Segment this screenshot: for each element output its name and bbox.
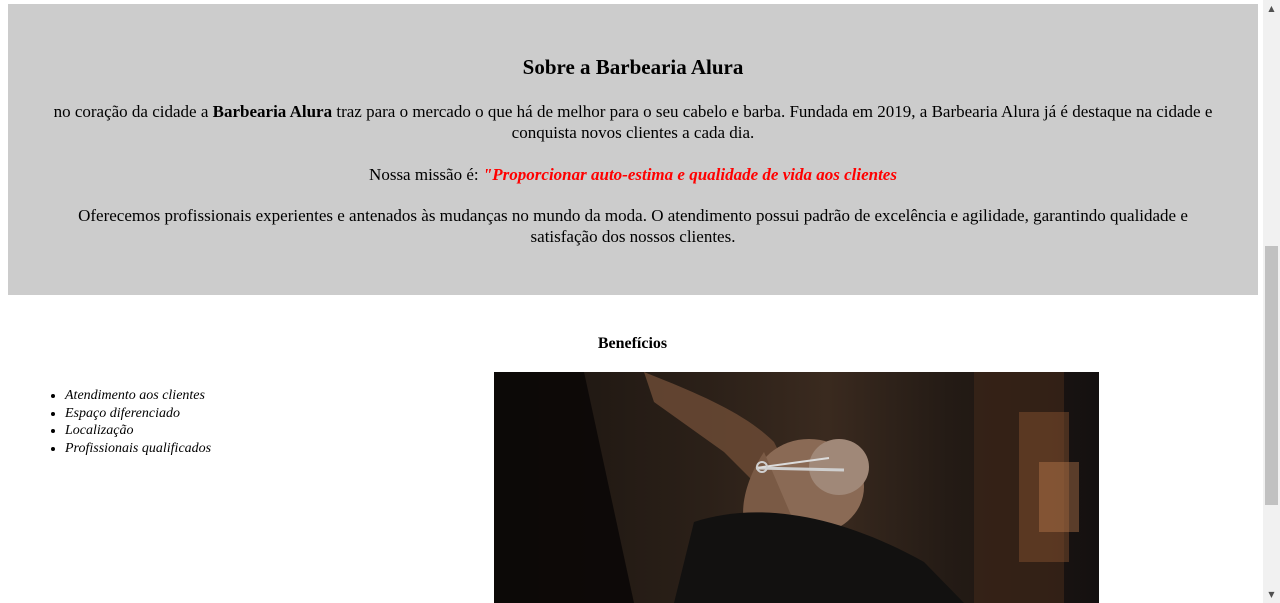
scroll-up-arrow-icon[interactable]: ▲ [1263, 0, 1280, 17]
barber-photo [494, 372, 1099, 603]
vertical-scrollbar[interactable]: ▲ ▼ [1263, 0, 1280, 603]
mission-label: Nossa missão é: [369, 165, 483, 184]
about-title: Sobre a Barbearia Alura [522, 55, 744, 79]
mission-quote: "Proporcionar auto-estima e qualidade de… [482, 165, 897, 184]
benefits-title: Benefícios [597, 335, 668, 352]
scrollbar-thumb[interactable] [1265, 246, 1278, 505]
intro-prefix: no coração da cidade a [53, 102, 213, 121]
scroll-down-arrow-icon[interactable]: ▼ [1263, 586, 1280, 603]
benefit-item: Localização [65, 422, 211, 440]
intro-brand: Barbearia Alura [212, 102, 333, 121]
about-section: Sobre a Barbearia Alura no coração da ci… [8, 4, 1258, 295]
about-offer: Oferecemos profissionais experientes e a… [78, 206, 1188, 246]
benefit-item: Atendimento aos clientes [65, 387, 211, 405]
benefit-item: Espaço diferenciado [65, 405, 211, 423]
about-mission: Nossa missão é: "Proporcionar auto-estim… [48, 164, 1218, 185]
benefit-item: Profissionais qualificados [65, 440, 211, 458]
benefits-list: Atendimento aos clientes Espaço diferenc… [25, 387, 211, 457]
page: Sobre a Barbearia Alura no coração da ci… [0, 0, 1263, 603]
about-intro: no coração da cidade a Barbearia Alura t… [48, 101, 1218, 143]
barber-photo-illustration [494, 372, 1079, 603]
intro-suffix: traz para o mercado o que há de melhor p… [332, 102, 1213, 142]
